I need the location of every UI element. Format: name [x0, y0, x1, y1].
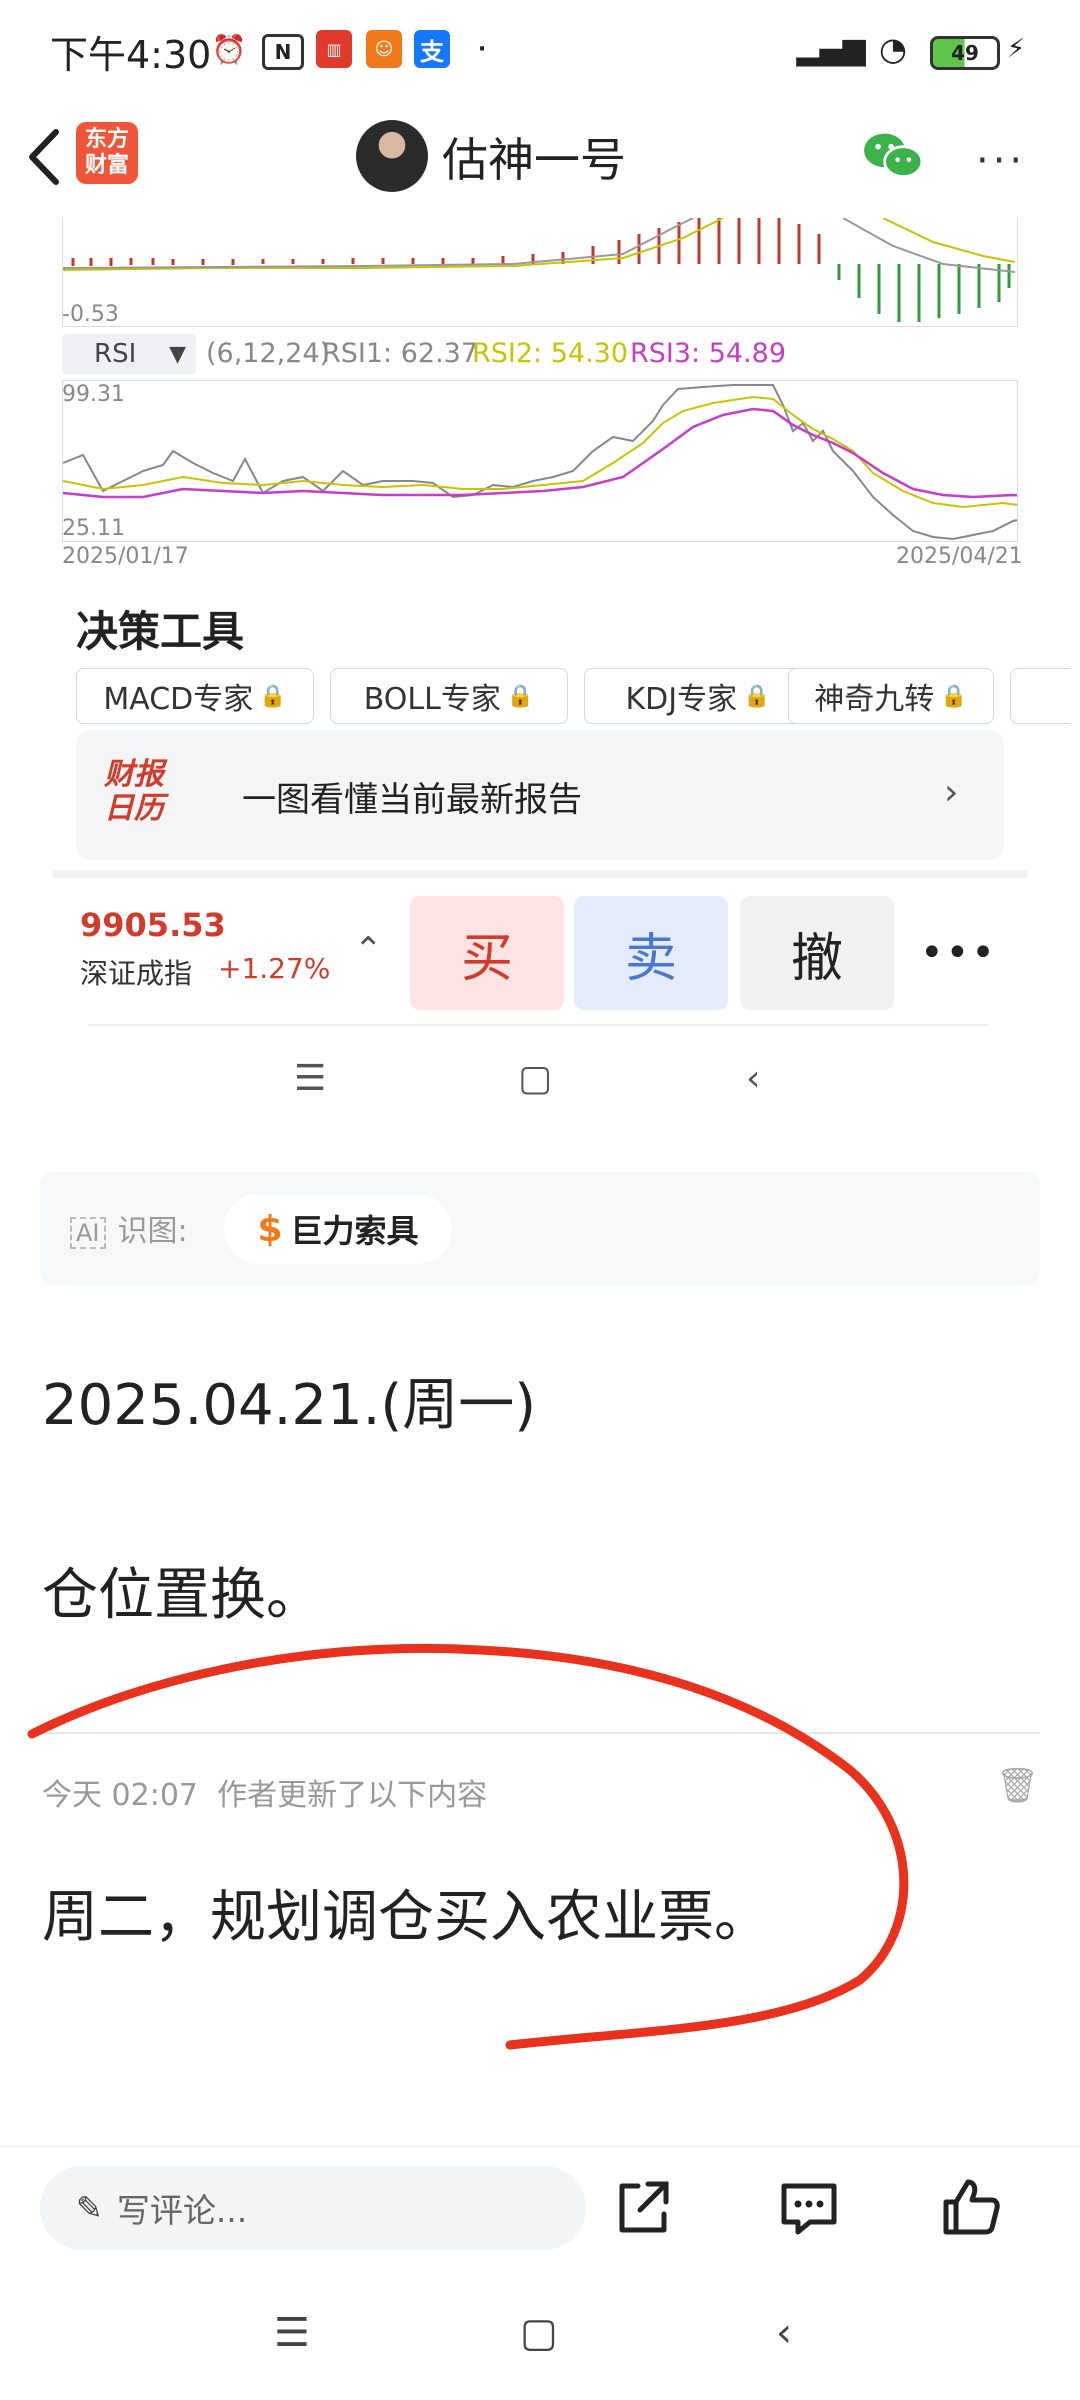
page-title: 估神一号 — [442, 133, 626, 187]
home-nav-icon: ▢ — [518, 1058, 553, 1099]
app-notification-icon: ☺ — [366, 30, 402, 68]
tool-td9[interactable]: 神奇九转 🔒 — [788, 668, 994, 724]
status-time: 下午4:30 — [50, 33, 212, 77]
ai-label-text: 识图: — [117, 1214, 188, 1249]
earnings-calendar-logo: 财报 日历 — [104, 758, 184, 832]
earnings-calendar-text: 一图看懂当前最新报告 — [242, 780, 582, 820]
chevron-right-icon: › — [944, 772, 959, 813]
menu-nav-icon: ☰ — [294, 1058, 327, 1099]
trade-divider — [88, 1024, 988, 1026]
tool-boll[interactable]: BOLL专家 🔒 — [330, 668, 568, 724]
ai-recognition-bar — [40, 1172, 1040, 1286]
report-logo-1: 财报 — [104, 757, 164, 792]
macd-chart — [62, 217, 1016, 322]
index-change: +1.27% — [218, 952, 331, 985]
rsi3-legend: RSI3: 54.89 — [630, 338, 787, 369]
chevron-up-icon[interactable]: ⌃ — [354, 930, 383, 970]
share-icon[interactable] — [608, 2172, 678, 2242]
comment-icon[interactable] — [774, 2172, 844, 2242]
home-nav-icon[interactable]: ▢ — [520, 2310, 558, 2356]
avatar[interactable] — [356, 120, 428, 192]
rsi1-line — [62, 384, 1074, 541]
post-date-line: 2025.04.21.(周一) — [42, 1373, 537, 1438]
lock-icon: 🔒 — [259, 683, 287, 709]
more-trade-icon[interactable]: ••• — [920, 930, 997, 976]
tool-label: BOLL专家 — [363, 682, 501, 717]
signal-icon: ▂▄▆ — [796, 31, 866, 67]
rsi-chart — [62, 384, 1074, 541]
rsi3-line — [62, 407, 1074, 499]
battery-level: 49 — [951, 41, 979, 65]
tool-kdj[interactable]: KDJ专家 🔒 — [584, 668, 812, 724]
lock-icon: 🔒 — [506, 683, 535, 709]
lock-icon: 🔒 — [940, 683, 968, 709]
battery-icon: 49 — [930, 36, 1000, 70]
alipay-icon: 支 — [414, 30, 450, 68]
rsi-max-label: 99.31 — [62, 382, 125, 407]
back-nav-icon[interactable]: ‹ — [776, 2310, 792, 2356]
index-name: 深证成指 — [80, 957, 193, 990]
more-menu-icon[interactable]: ··· — [976, 138, 1026, 184]
decision-tools-title: 决策工具 — [76, 607, 245, 656]
date-start-label: 2025/01/17 — [62, 544, 189, 569]
app-notification-icon: ▥ — [316, 30, 352, 68]
tool-label: 神奇九转 — [814, 682, 935, 717]
like-icon[interactable] — [936, 2172, 1006, 2242]
rsi-indicator-selector[interactable]: RSI ▼ — [62, 334, 196, 374]
macd-panel — [62, 217, 1018, 327]
rsi-min-label: 25.11 — [62, 516, 125, 541]
comment-placeholder: 写评论... — [116, 2191, 248, 2230]
rsi2-legend: RSI2: 54.30 — [472, 338, 629, 369]
red-annotation-stroke — [27, 1643, 909, 2050]
alarm-icon: ⏰ — [211, 32, 247, 66]
back-icon[interactable] — [18, 122, 74, 192]
ai-scan-icon: AI — [70, 1217, 106, 1249]
tool-macd[interactable]: MACD专家 🔒 — [76, 668, 314, 724]
cancel-order-button[interactable]: 撤 — [740, 896, 894, 1010]
dot-icon: · — [477, 36, 487, 62]
back-nav-icon: ‹ — [746, 1058, 761, 1099]
stock-tag-label: 巨力索具 — [290, 1212, 419, 1250]
rsi-params: (6,12,24) — [206, 338, 331, 369]
chevron-down-icon: ▼ — [169, 341, 186, 367]
rsi-indicator-label: RSI — [94, 339, 137, 369]
index-price: 9905.53 — [80, 906, 226, 944]
ai-recognition-label: AI 识图: — [70, 1206, 188, 1250]
eastmoney-logo[interactable]: 东方 财富 — [76, 122, 138, 184]
report-logo-2: 日历 — [104, 791, 164, 826]
sell-button[interactable]: 卖 — [574, 896, 728, 1010]
section-divider — [52, 870, 1028, 878]
tool-label: MACD专家 — [103, 682, 254, 717]
logo-text-2: 财富 — [84, 153, 129, 178]
tool-more-partial[interactable] — [1010, 668, 1070, 724]
menu-nav-icon[interactable]: ☰ — [274, 2310, 310, 2356]
rsi-panel — [62, 380, 1074, 542]
rsi1-legend: RSI1: 62.37 — [322, 338, 479, 369]
tool-label: KDJ专家 — [625, 682, 738, 717]
nfc-icon: N — [262, 34, 304, 70]
stock-tag-chip[interactable]: $ 巨力索具 — [224, 1194, 452, 1264]
charging-icon: ⚡ — [1006, 34, 1026, 64]
macd-min-label: -0.53 — [62, 302, 119, 327]
dollar-icon: $ — [257, 1208, 283, 1250]
pencil-icon: ✎ — [76, 2189, 103, 2227]
wifi-icon: ◔ — [879, 30, 907, 68]
logo-text-1: 东方 — [84, 127, 129, 152]
lock-icon: 🔒 — [743, 683, 771, 709]
buy-button[interactable]: 买 — [410, 896, 564, 1010]
wechat-icon[interactable] — [860, 128, 926, 184]
status-bar: 下午4:30 ⏰ N ▥ ☺ 支 · ▂▄▆ ◔ 49 ⚡ — [0, 0, 1080, 100]
comment-input[interactable]: ✎ 写评论... — [40, 2166, 586, 2250]
date-end-label: 2025/04/21 — [896, 544, 1023, 569]
